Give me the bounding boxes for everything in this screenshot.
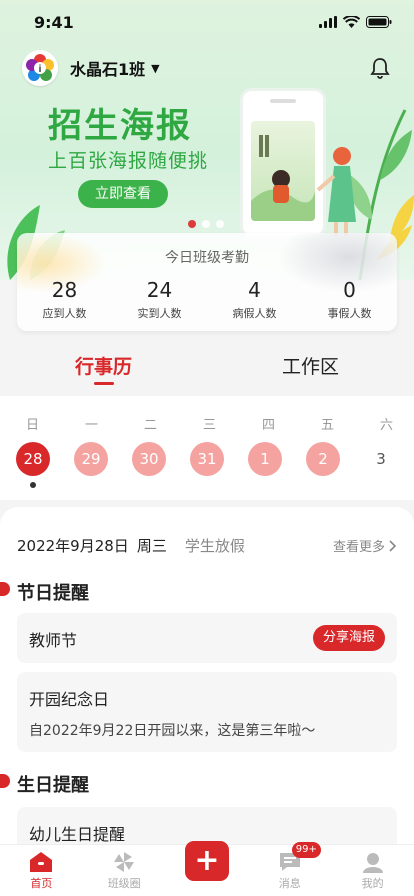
stat-label: 应到人数 — [42, 307, 87, 320]
carousel-dots[interactable] — [188, 220, 224, 228]
event-dot — [30, 482, 36, 488]
signal-icon — [319, 16, 337, 28]
weekday-label: 一 — [84, 418, 98, 433]
nav-add[interactable]: + — [166, 841, 249, 896]
attendance-stat-sick: 4 病假人数 — [207, 279, 302, 321]
day-cell[interactable]: 31 — [190, 442, 224, 476]
banner-title: 招生海报 — [48, 106, 192, 146]
day-row: 28 29 30 31 1 2 3 — [0, 442, 414, 476]
carousel-dot[interactable] — [202, 220, 210, 228]
school-logo[interactable]: i — [22, 50, 58, 86]
stat-value: 4 — [248, 278, 261, 302]
day-cell[interactable]: 2 — [306, 442, 340, 476]
class-selector[interactable]: 水晶石1班 — [70, 56, 145, 80]
weekday-label: 六 — [379, 418, 393, 433]
agenda-date: 2022年9月28日 — [17, 537, 129, 555]
tab-calendar[interactable]: 行事历 — [0, 340, 207, 395]
tab-workspace[interactable]: 工作区 — [207, 340, 414, 395]
attendance-stat-personal: 0 事假人数 — [302, 279, 397, 321]
banner-subtitle: 上百张海报随便挑 — [48, 150, 209, 172]
week-calendar: 日 一 二 三 四 五 六 28 29 30 31 1 2 3 — [0, 396, 414, 500]
user-icon — [362, 853, 383, 873]
attendance-stats: 28 应到人数 24 实到人数 4 病假人数 0 事假人数 — [17, 279, 397, 321]
festival-card[interactable]: 教师节 分享海报 — [17, 613, 397, 663]
battery-icon — [366, 16, 392, 28]
anniversary-desc: 自2022年9月22日开园以来，这是第三年啦～ — [29, 723, 316, 739]
attendance-stat-expected: 28 应到人数 — [17, 279, 112, 321]
poster-art-icon — [251, 135, 315, 221]
tab-bar: 行事历 工作区 — [0, 340, 414, 395]
wifi-icon — [343, 16, 360, 28]
home-icon — [30, 852, 53, 872]
day-cell[interactable]: 1 — [248, 442, 282, 476]
weekday-label: 五 — [320, 418, 334, 433]
flower-logo-icon: i — [26, 54, 54, 81]
agenda-tag: 学生放假 — [184, 537, 245, 555]
stat-label: 事假人数 — [327, 307, 372, 320]
agenda-panel: 2022年9月28日 周三 学生放假 查看更多 节日提醒 教师节 分享海报 开园… — [0, 507, 414, 867]
attendance-card[interactable]: 今日班级考勤 28 应到人数 24 实到人数 4 病假人数 0 事假人数 — [17, 233, 397, 331]
stat-label: 实到人数 — [137, 307, 182, 320]
weekday-label: 四 — [261, 418, 275, 433]
status-time: 9:41 — [34, 13, 74, 32]
status-bar: 9:41 — [0, 0, 414, 46]
carousel-dot[interactable] — [188, 220, 196, 228]
chevron-right-icon — [389, 539, 397, 552]
weekday-label: 二 — [143, 418, 157, 433]
nav-label: 首页 — [30, 877, 53, 890]
nav-messages[interactable]: 99+ 消息 — [248, 842, 331, 896]
weekday-label: 日 — [25, 418, 39, 433]
nav-class-circle[interactable]: 班级圈 — [83, 845, 166, 896]
weekday-label: 三 — [202, 418, 216, 433]
day-cell[interactable]: 3 — [364, 442, 398, 476]
agenda-date-row: 2022年9月28日 周三 学生放假 查看更多 — [17, 535, 397, 556]
nav-profile[interactable]: 我的 — [331, 845, 414, 896]
svg-text:i: i — [39, 64, 42, 75]
phone-illustration — [240, 88, 326, 238]
view-more-link[interactable]: 查看更多 — [333, 536, 397, 555]
bottom-nav: 首页 班级圈 + 99+ 消息 我的 — [0, 841, 414, 896]
nav-label: 班级圈 — [107, 877, 141, 890]
bell-icon[interactable] — [368, 56, 392, 80]
girl-illustration — [316, 147, 356, 236]
pinwheel-icon — [114, 852, 135, 872]
header: i 水晶石1班 ▼ — [22, 48, 392, 88]
status-icons — [319, 16, 392, 28]
agenda-weekday: 周三 — [136, 537, 167, 555]
attendance-stat-actual: 24 实到人数 — [112, 279, 207, 321]
day-cell[interactable]: 29 — [74, 442, 108, 476]
anniversary-title: 开园纪念日 — [29, 690, 110, 709]
view-more-label: 查看更多 — [332, 540, 385, 555]
birthday-section-title: 生日提醒 — [0, 771, 89, 797]
day-cell[interactable]: 30 — [132, 442, 166, 476]
nav-label: 消息 — [278, 877, 301, 890]
share-poster-button[interactable]: 分享海报 — [312, 625, 385, 651]
view-now-button[interactable]: 立即查看 — [78, 180, 168, 208]
stat-value: 24 — [146, 278, 173, 302]
nav-home[interactable]: 首页 — [0, 845, 83, 896]
nav-label: 我的 — [361, 877, 384, 890]
stat-label: 病假人数 — [232, 307, 277, 320]
carousel-dot[interactable] — [216, 220, 224, 228]
stat-value: 0 — [343, 278, 356, 302]
stat-value: 28 — [51, 278, 78, 302]
festival-section-title: 节日提醒 — [0, 579, 89, 605]
anniversary-card[interactable]: 开园纪念日 自2022年9月22日开园以来，这是第三年啦～ — [17, 672, 397, 752]
day-cell-selected[interactable]: 28 — [16, 442, 50, 476]
weekday-header: 日 一 二 三 四 五 六 — [0, 414, 414, 433]
unread-badge: 99+ — [291, 842, 321, 858]
plus-icon[interactable]: + — [184, 841, 229, 881]
attendance-title: 今日班级考勤 — [165, 250, 249, 266]
caret-down-icon[interactable]: ▼ — [151, 62, 159, 75]
